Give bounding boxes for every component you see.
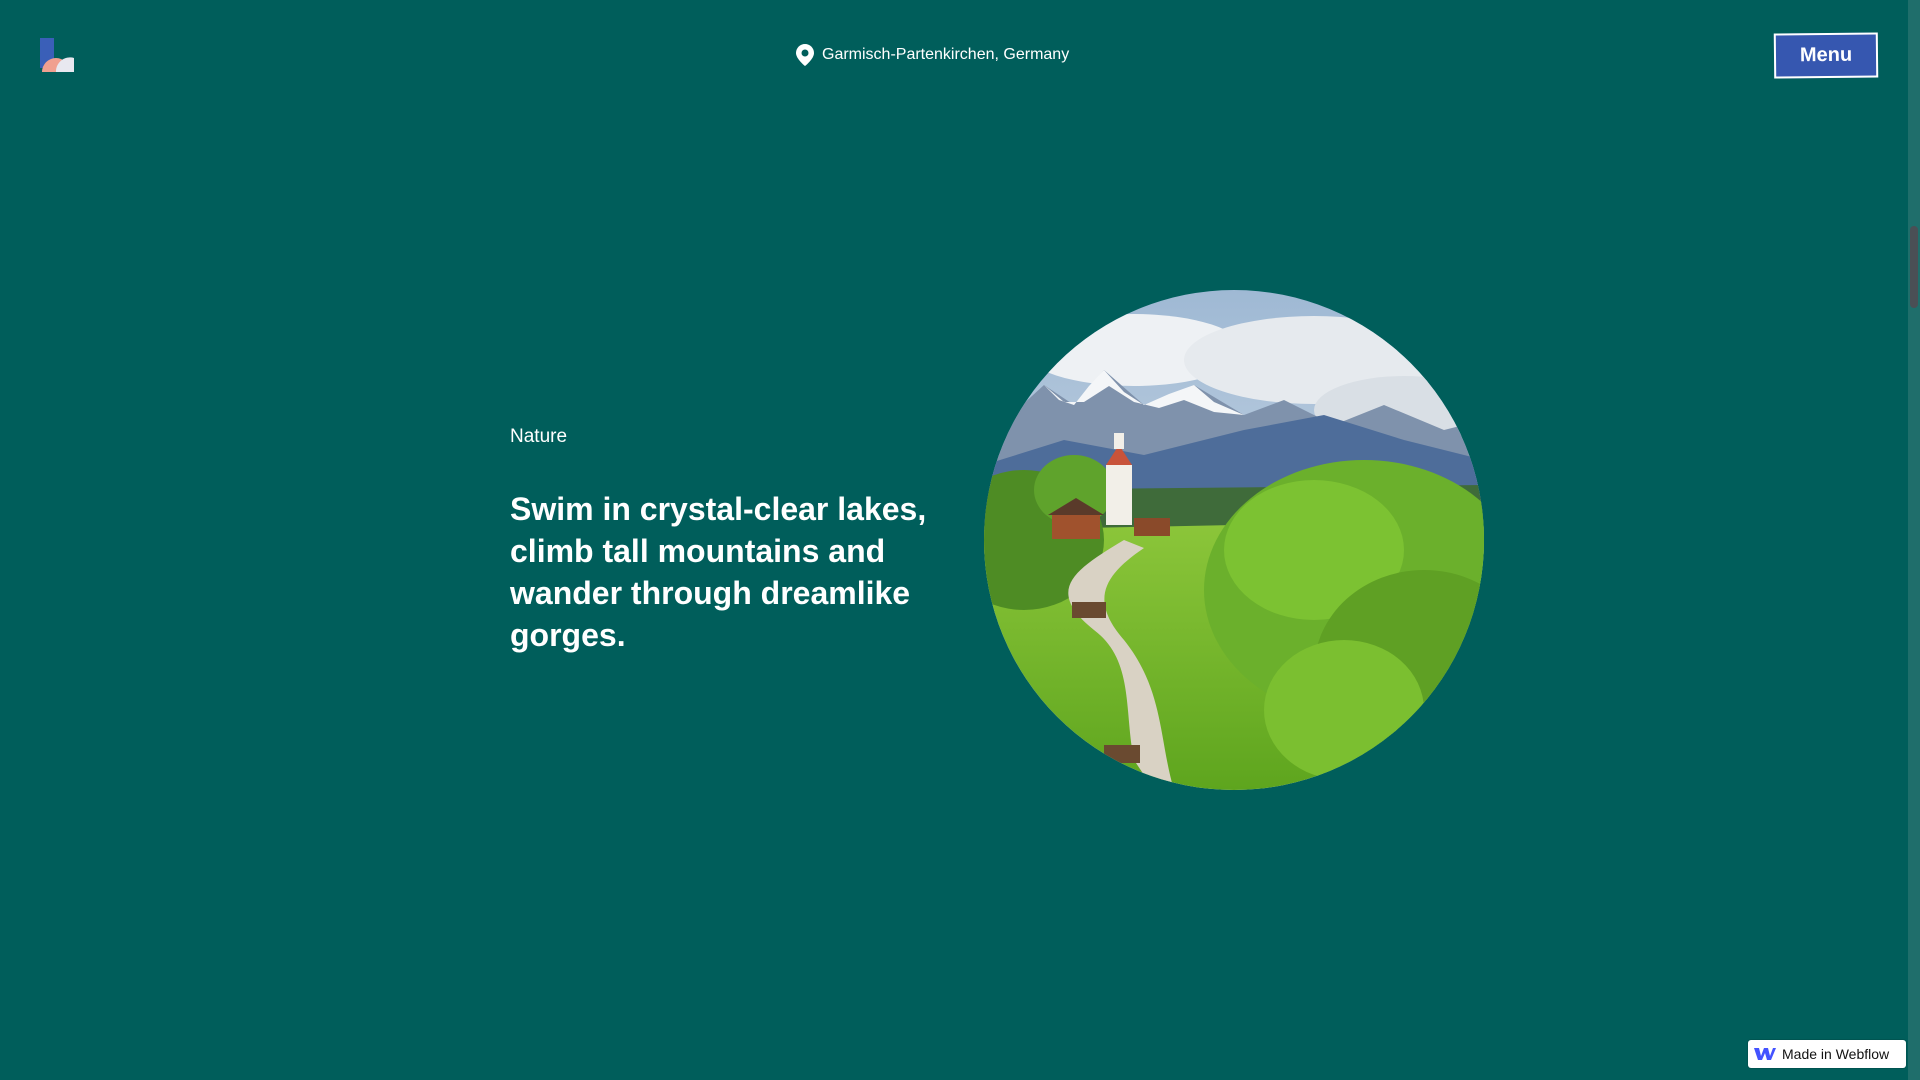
menu-button[interactable]: Menu [1773,32,1879,79]
scrollbar-thumb[interactable] [1910,226,1918,308]
webflow-logo-icon [1754,1047,1776,1061]
made-in-webflow-badge[interactable]: Made in Webflow [1748,1040,1906,1068]
location-label: Garmisch-Partenkirchen, Germany [796,44,1069,66]
page: Garmisch-Partenkirchen, Germany Menu Nat… [0,0,1920,1080]
location-text: Garmisch-Partenkirchen, Germany [822,46,1070,63]
brand-logo-icon[interactable] [38,36,78,76]
badge-label: Made in Webflow [1782,1046,1890,1062]
map-pin-icon [796,44,814,66]
scrollbar-track[interactable] [1908,0,1920,1080]
category-label: Nature [510,426,568,447]
landscape-image [984,290,1484,790]
headline: Swim in crystal-clear lakes, climb tall … [510,491,927,653]
